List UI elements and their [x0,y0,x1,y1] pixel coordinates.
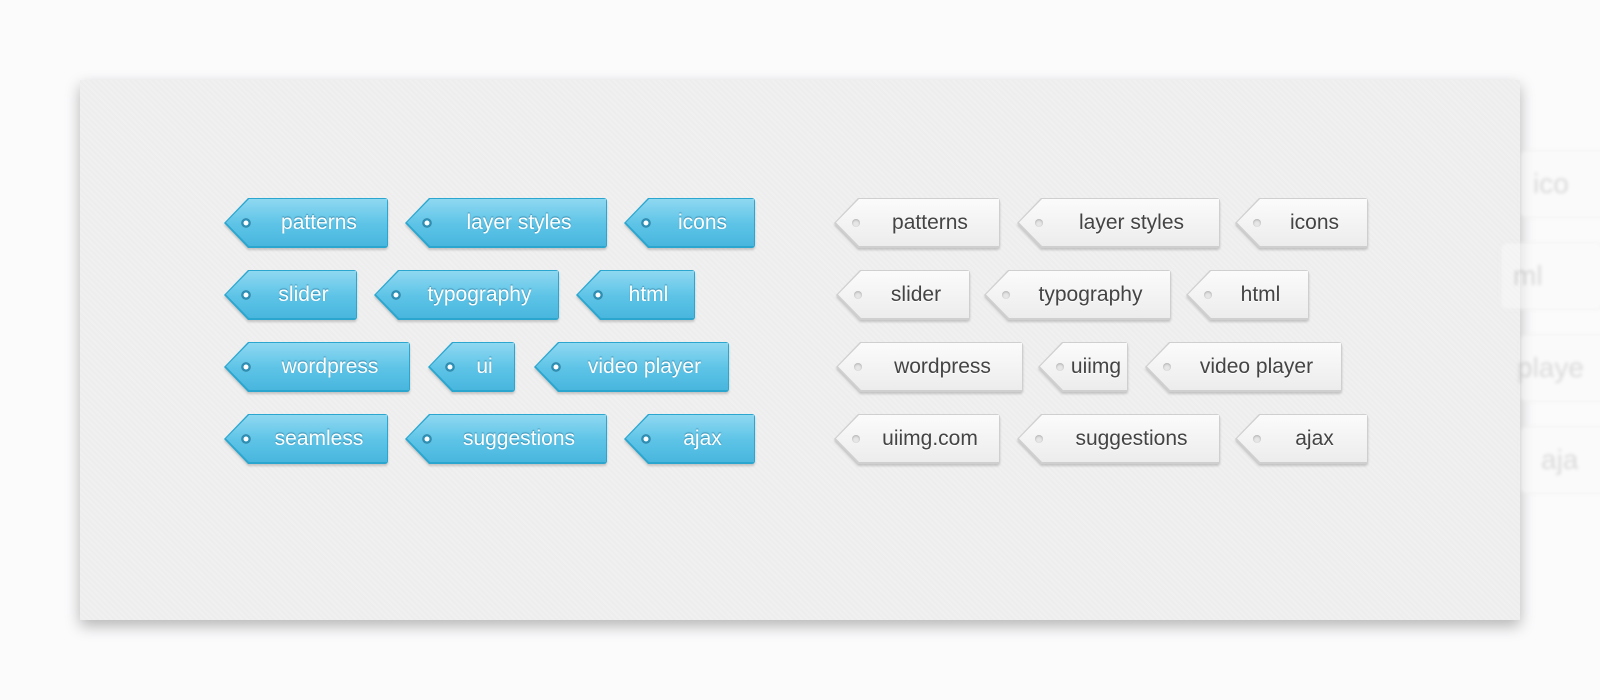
tag-label: ui [476,355,493,378]
blue-tag[interactable]: seamless [224,414,388,464]
tag-label: icons [677,211,728,234]
tag-label: slider [890,283,942,306]
tag-hole-icon [593,290,603,300]
bg-tag-label: playe [1517,352,1584,383]
tag-label: html [628,283,669,306]
tag-label: layer styles [466,211,572,234]
tag-label: html [1240,283,1281,306]
tag-label: video player [1199,355,1314,378]
bg-tag-label: ml [1513,260,1543,291]
tag-label: ajax [683,427,722,450]
tag-hole-icon [1204,291,1212,299]
blurred-background-tags: ico ml playe aja [1500,0,1600,700]
bg-tag-label: aja [1541,444,1579,475]
tag-hole-icon [445,362,455,372]
gray-tag[interactable]: uiimg.com [834,414,1000,464]
tag-hole-icon [854,363,862,371]
tag-hole-icon [1253,435,1261,443]
tag-label: wordpress [894,355,991,378]
tag-label: typography [427,283,532,306]
blue-tag[interactable]: html [576,270,695,320]
tag-hole-icon [1002,291,1010,299]
tag-label: suggestions [1075,427,1188,450]
tag-hole-icon [241,434,251,444]
blue-tag[interactable]: icons [624,198,755,248]
gray-tag[interactable]: suggestions [1017,414,1220,464]
tag-label: patterns [892,211,968,234]
tag-label: icons [1289,211,1340,234]
tag-label: uiimg.com [882,427,978,450]
bg-tag-label: ico [1533,168,1569,199]
tag-label: slider [278,283,329,306]
gray-tag[interactable]: html [1186,270,1309,320]
gray-tag[interactable]: layer styles [1017,198,1220,248]
gray-tag[interactable]: patterns [834,198,1000,248]
blue-tag[interactable]: layer styles [405,198,607,248]
tag-hole-icon [422,434,432,444]
tag-label: suggestions [462,427,576,450]
blue-tag[interactable]: ajax [624,414,755,464]
tag-hole-icon [241,362,251,372]
tag-hole-icon [852,219,860,227]
blue-tag[interactable]: video player [534,342,729,392]
tag-hole-icon [391,290,401,300]
gray-tag[interactable]: slider [836,270,970,320]
gray-tag[interactable]: icons [1235,198,1368,248]
bg-tag: ml [1500,242,1600,310]
blue-tag[interactable]: typography [374,270,559,320]
bg-tag: aja [1520,426,1600,494]
tag-label: layer styles [1078,211,1185,234]
tag-hole-icon [1035,435,1043,443]
tag-hole-icon [854,291,862,299]
tag-hole-icon [1035,219,1043,227]
tag-hole-icon [1163,363,1171,371]
bg-tag: playe [1517,334,1600,402]
tag-label: typography [1038,283,1143,306]
tag-hole-icon [1056,363,1064,371]
tag-hole-icon [241,218,251,228]
tag-hole-icon [551,362,561,372]
tag-label: uiimg [1070,355,1122,378]
tag-hole-icon [422,218,432,228]
tag-label: seamless [274,427,364,450]
tag-label: ajax [1295,427,1334,450]
gray-tag[interactable]: typography [984,270,1171,320]
gray-tag[interactable]: ajax [1235,414,1368,464]
tag-label: video player [587,355,702,378]
tag-label: patterns [281,211,357,234]
gray-tag[interactable]: wordpress [836,342,1023,392]
tag-hole-icon [241,290,251,300]
gray-tag[interactable]: uiimg [1038,342,1128,392]
blue-tag[interactable]: ui [428,342,515,392]
bg-tag: ico [1520,150,1600,218]
tag-label: wordpress [281,355,379,378]
blue-tag[interactable]: suggestions [405,414,607,464]
tag-hole-icon [641,434,651,444]
tag-hole-icon [1253,219,1261,227]
tag-hole-icon [852,435,860,443]
tag-hole-icon [641,218,651,228]
blue-tag[interactable]: wordpress [224,342,410,392]
blue-tag[interactable]: patterns [224,198,388,248]
gray-tag[interactable]: video player [1145,342,1342,392]
blue-tag[interactable]: slider [224,270,357,320]
